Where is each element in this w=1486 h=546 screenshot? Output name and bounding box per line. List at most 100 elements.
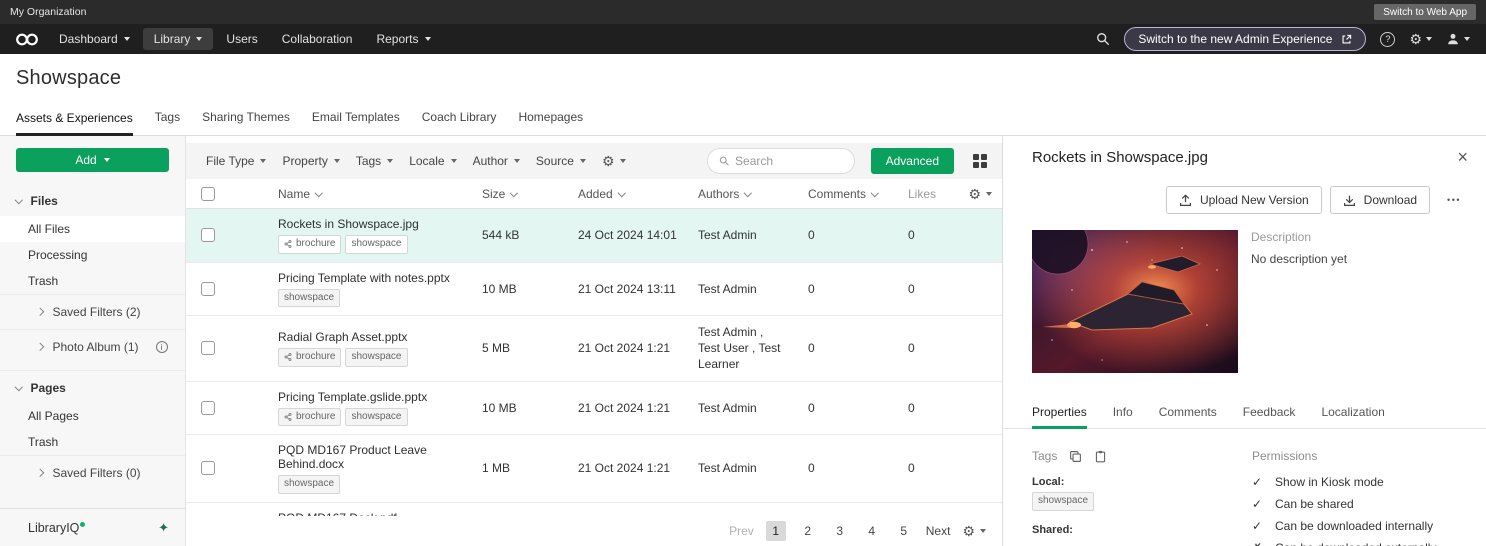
- pagination-page-5[interactable]: 5: [894, 521, 914, 541]
- sidebar-item-label: All Pages: [28, 409, 79, 423]
- grid-view-icon[interactable]: [972, 153, 988, 169]
- filter-source[interactable]: Source: [536, 154, 586, 168]
- sidebar-item-trash[interactable]: Trash: [0, 429, 185, 455]
- tab-homepages[interactable]: Homepages: [518, 102, 583, 135]
- paste-tags-icon[interactable]: [1094, 450, 1107, 463]
- detail-tab-feedback[interactable]: Feedback: [1243, 399, 1296, 428]
- row-checkbox[interactable]: [201, 400, 215, 415]
- filter-tags[interactable]: Tags: [356, 154, 394, 168]
- pagination-page-4[interactable]: 4: [862, 521, 882, 541]
- upload-new-version-button[interactable]: Upload New Version: [1165, 186, 1322, 214]
- nav-item-dashboard[interactable]: Dashboard: [48, 28, 141, 50]
- sidebar-item-all-files[interactable]: All Files: [0, 216, 185, 242]
- detail-tab-localization[interactable]: Localization: [1321, 399, 1384, 428]
- filter-locale[interactable]: Locale: [409, 154, 457, 168]
- gear-icon: ⚙: [1409, 31, 1422, 47]
- table-row[interactable]: PQD MD167 Product Leave Behind.docx shows…: [186, 435, 1002, 503]
- row-checkbox[interactable]: [201, 461, 215, 476]
- filter-property[interactable]: Property: [282, 154, 340, 168]
- pagination-page-2[interactable]: 2: [798, 521, 818, 541]
- add-button[interactable]: Add: [16, 148, 169, 172]
- size-cell: 5 MB: [482, 341, 511, 356]
- sidebar-item-libraryiq[interactable]: LibraryIQ ✦: [0, 508, 185, 546]
- chevron-down-icon: [579, 159, 586, 163]
- column-header-authors[interactable]: Authors: [682, 187, 792, 201]
- table-row[interactable]: Pricing Template with notes.pptx showspac…: [186, 263, 1002, 316]
- detail-tab-info[interactable]: Info: [1113, 399, 1133, 428]
- search-icon[interactable]: [1096, 32, 1110, 46]
- tab-email-templates[interactable]: Email Templates: [312, 102, 400, 135]
- select-all-checkbox[interactable]: [201, 186, 215, 201]
- asset-name-cell: PQD MD167 Deck.pdfshowspace: [230, 503, 466, 516]
- tab-sharing-themes[interactable]: Sharing Themes: [202, 102, 290, 135]
- added-cell: 21 Oct 2024 1:21: [578, 461, 671, 476]
- download-button[interactable]: Download: [1329, 186, 1431, 214]
- comments-cell: 0: [808, 341, 815, 356]
- asset-tags: showspace: [278, 475, 466, 494]
- table-settings-button[interactable]: ⚙: [968, 187, 992, 201]
- filter-author[interactable]: Author: [473, 154, 520, 168]
- nav-item-collaboration[interactable]: Collaboration: [271, 28, 364, 50]
- close-icon[interactable]: ×: [1457, 148, 1468, 166]
- main-nav: Dashboard Library Users Collaboration Report…: [0, 24, 1486, 54]
- tab-coach-library[interactable]: Coach Library: [422, 102, 497, 135]
- sidebar-section-header-pages[interactable]: Pages: [0, 373, 185, 403]
- likes-cell: 0: [908, 461, 915, 476]
- table-row[interactable]: Rockets in Showspace.jpg brochure showspac…: [186, 209, 1002, 263]
- switch-admin-experience-button[interactable]: Switch to the new Admin Experience: [1124, 27, 1367, 51]
- shared-tag-icon: [284, 240, 292, 249]
- copy-tags-icon[interactable]: [1069, 450, 1082, 463]
- sidebar-item-all-pages[interactable]: All Pages: [0, 403, 185, 429]
- nav-item-library[interactable]: Library: [142, 28, 214, 50]
- switch-to-web-app-button[interactable]: Switch to Web App: [1374, 4, 1476, 20]
- tab-assets-experiences[interactable]: Assets & Experiences: [16, 102, 133, 136]
- column-header-added[interactable]: Added: [562, 187, 682, 201]
- pagination-page-1[interactable]: 1: [765, 521, 786, 541]
- detail-tab-comments[interactable]: Comments: [1159, 399, 1217, 428]
- table-row[interactable]: Radial Graph Asset.pptx brochure showspace…: [186, 316, 1002, 382]
- tab-tags[interactable]: Tags: [155, 102, 180, 135]
- asset-preview-image[interactable]: [1027, 213, 1238, 373]
- row-checkbox[interactable]: [201, 281, 215, 296]
- pagination-next[interactable]: Next: [926, 524, 951, 538]
- user-account-menu[interactable]: [1446, 32, 1470, 46]
- sidebar-item-photo-album-1[interactable]: Photo Album (1) i: [0, 329, 185, 364]
- nav-item-reports[interactable]: Reports: [365, 28, 441, 50]
- more-options-button[interactable]: •••: [1438, 195, 1470, 205]
- size-cell: 544 kB: [482, 228, 520, 243]
- sidebar-item-saved-filters-2[interactable]: Saved Filters (2): [0, 294, 185, 329]
- filter-label: File Type: [206, 154, 255, 168]
- app-logo[interactable]: [10, 33, 44, 46]
- sidebar-item-trash[interactable]: Trash: [0, 268, 185, 294]
- pagination-page-3[interactable]: 3: [830, 521, 850, 541]
- advanced-button[interactable]: Advanced: [870, 148, 954, 174]
- column-header-likes[interactable]: Likes: [892, 187, 952, 201]
- column-header-name[interactable]: Name: [230, 187, 466, 201]
- authors-cell: Test Admin , Test User , Test Learner: [698, 325, 781, 372]
- sidebar-item-saved-filters-0[interactable]: Saved Filters (0): [0, 455, 185, 490]
- table-row[interactable]: Pricing Template.gslide.pptx brochure show…: [186, 382, 1002, 436]
- filter-file-type[interactable]: File Type: [206, 154, 267, 168]
- detail-tab-properties[interactable]: Properties: [1032, 399, 1087, 429]
- row-checkbox[interactable]: [201, 341, 215, 356]
- sidebar-section-header-files[interactable]: Files: [0, 186, 185, 216]
- table-row[interactable]: PQD MD167 Deck.pdfshowspace831 kB21 Oct …: [186, 503, 1002, 516]
- pagination-prev[interactable]: Prev: [729, 524, 754, 538]
- row-checkbox[interactable]: [201, 228, 215, 243]
- shared-tag-icon: [284, 412, 292, 421]
- pagination-settings-button[interactable]: ⚙: [962, 524, 986, 538]
- info-icon[interactable]: i: [155, 341, 168, 353]
- description-label: Description: [1251, 230, 1312, 244]
- nav-item-label: Collaboration: [281, 32, 353, 46]
- column-header-size[interactable]: Size: [466, 187, 562, 201]
- column-header-comments[interactable]: Comments: [792, 187, 892, 201]
- chevron-right-icon: [35, 343, 44, 351]
- local-tags-label: Local:: [1032, 476, 1065, 488]
- sidebar-item-processing[interactable]: Processing: [0, 242, 185, 268]
- filter-label: Locale: [409, 154, 445, 168]
- nav-item-users[interactable]: Users: [215, 28, 268, 50]
- search-input[interactable]: [735, 154, 843, 168]
- admin-settings-gear[interactable]: ⚙: [1409, 32, 1432, 46]
- filter-settings-gear[interactable]: ⚙: [602, 154, 626, 168]
- help-icon[interactable]: ?: [1380, 31, 1396, 47]
